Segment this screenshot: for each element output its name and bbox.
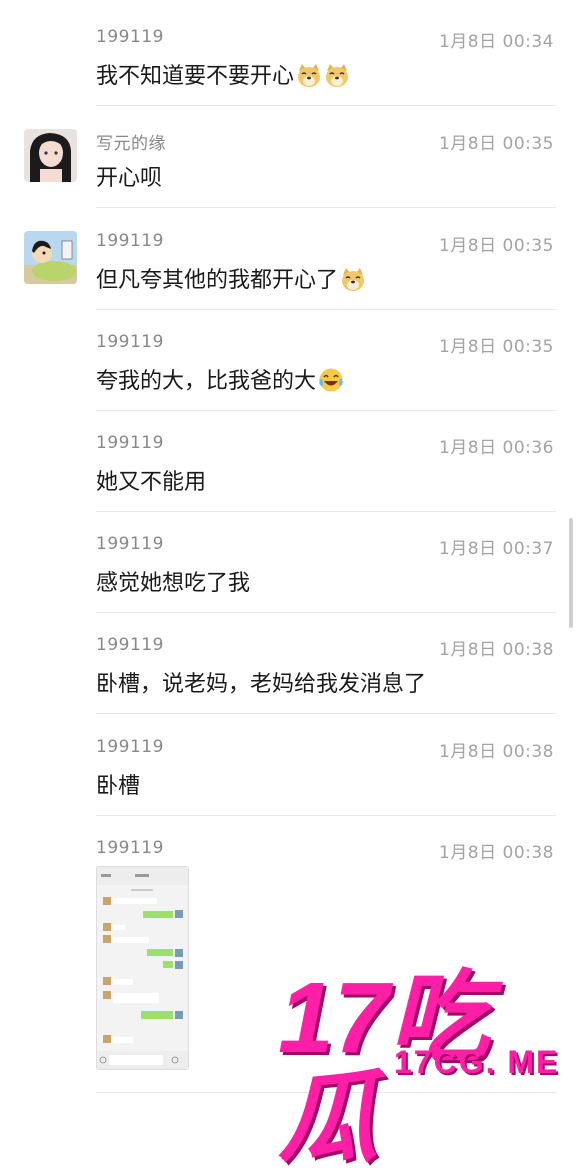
cartoon-avatar[interactable]	[24, 231, 77, 284]
message-text: 夸我的大，比我爸的大	[96, 369, 317, 394]
sender-name: 199119	[96, 737, 164, 757]
watermark-url: 17CG. ME	[394, 1044, 560, 1080]
scrollbar[interactable]	[569, 518, 573, 628]
sender-name: 199119	[96, 231, 164, 251]
divider	[96, 815, 556, 816]
sender-name: 199119	[96, 433, 164, 453]
chat-screenshot-thumbnail[interactable]	[96, 866, 189, 1070]
message-time: 1月8日 00:35	[438, 337, 554, 357]
girl-avatar[interactable]	[24, 129, 77, 182]
sender-name: 199119	[96, 838, 164, 858]
sender-name: 199119	[96, 332, 164, 352]
message-text: 我不知道要不要开心	[96, 64, 295, 89]
message-text-row: 夸我的大，比我爸的大	[96, 363, 344, 395]
message-text: 卧槽	[96, 774, 141, 799]
message-time: 1月8日 00:36	[438, 438, 554, 458]
sender-name: 199119	[96, 534, 164, 554]
divider	[96, 410, 556, 411]
message-text: 卧槽，说老妈，老妈给我发消息了	[96, 672, 427, 697]
sender-name: 199119	[96, 635, 164, 655]
message-text: 她又不能用	[96, 470, 207, 495]
message-time: 1月8日 00:35	[438, 134, 554, 154]
doge-icon	[342, 268, 365, 291]
message-text-row: 但凡夸其他的我都开心了	[96, 262, 366, 294]
message-time: 1月8日 00:38	[438, 843, 554, 863]
message-time: 1月8日 00:38	[438, 742, 554, 762]
doge-icon	[298, 64, 321, 87]
sender-name: 写元的缘	[96, 134, 166, 154]
sender-name: 199119	[96, 27, 164, 47]
divider	[96, 713, 556, 714]
message-text-row: 我不知道要不要开心	[96, 58, 350, 90]
divider	[96, 309, 556, 310]
message-time: 1月8日 00:37	[438, 539, 554, 559]
divider	[96, 207, 556, 208]
message-time: 1月8日 00:38	[438, 640, 554, 660]
laugh-cry-icon	[319, 368, 343, 392]
message-text: 感觉她想吃了我	[96, 571, 251, 596]
divider	[96, 511, 556, 512]
divider	[96, 612, 556, 613]
divider	[96, 105, 556, 106]
doge-icon	[326, 64, 349, 87]
message-text: 但凡夸其他的我都开心了	[96, 268, 339, 293]
message-text: 开心呗	[96, 166, 163, 191]
message-time: 1月8日 00:34	[438, 32, 554, 52]
message-time: 1月8日 00:35	[438, 236, 554, 256]
